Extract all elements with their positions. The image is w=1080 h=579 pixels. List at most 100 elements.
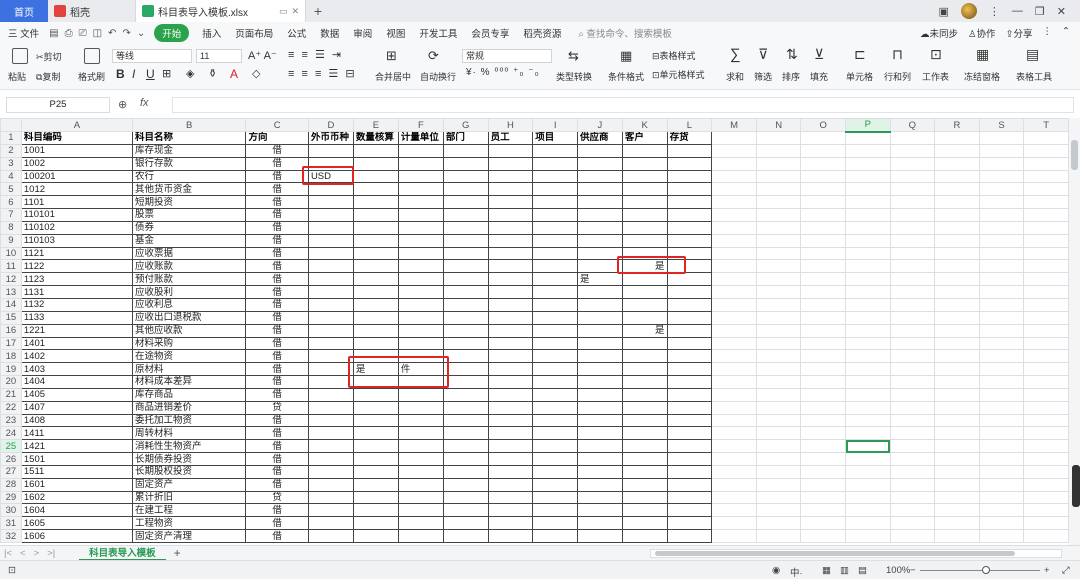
cell[interactable]	[397, 400, 444, 415]
cell[interactable]	[487, 143, 534, 158]
cell[interactable]	[755, 195, 802, 210]
cell[interactable]	[487, 336, 534, 351]
cell[interactable]	[845, 297, 891, 312]
cell[interactable]	[397, 439, 444, 454]
cell[interactable]	[711, 477, 757, 492]
cell[interactable]	[621, 349, 668, 364]
cell[interactable]	[442, 362, 489, 377]
cell[interactable]	[352, 452, 399, 466]
page-break-view-icon[interactable]: ▤	[858, 565, 867, 576]
cell[interactable]: 1421	[20, 439, 133, 454]
cell[interactable]	[397, 477, 444, 492]
cell[interactable]: 借	[245, 259, 309, 274]
cell[interactable]	[577, 233, 623, 248]
cell[interactable]	[934, 195, 980, 210]
cell[interactable]	[577, 529, 623, 543]
cell[interactable]	[666, 195, 713, 210]
cell[interactable]: 借	[245, 336, 309, 351]
cell[interactable]	[487, 233, 534, 248]
cell[interactable]	[352, 349, 399, 364]
cell[interactable]	[487, 323, 534, 338]
cell[interactable]	[307, 452, 354, 466]
cell[interactable]: 1132	[20, 297, 133, 312]
tab-close-icon[interactable]: ✕	[291, 6, 299, 17]
cell[interactable]	[978, 195, 1025, 210]
cell[interactable]	[577, 310, 623, 325]
cell[interactable]	[666, 529, 713, 543]
cell[interactable]	[487, 195, 534, 210]
cell[interactable]	[397, 233, 444, 248]
cell[interactable]	[1023, 516, 1069, 531]
cell[interactable]	[621, 529, 668, 543]
cell[interactable]: 件	[397, 362, 444, 377]
cell[interactable]	[978, 349, 1025, 364]
eye-protection-icon[interactable]: ◉	[772, 565, 780, 576]
cell[interactable]: 1123	[20, 272, 133, 287]
cell[interactable]: 科目编码	[20, 131, 133, 145]
cell[interactable]	[621, 310, 668, 325]
cell[interactable]	[800, 246, 846, 261]
conditional-format-button[interactable]: 条件格式	[608, 70, 644, 83]
cell[interactable]	[577, 426, 623, 441]
cell[interactable]	[352, 426, 399, 441]
cell[interactable]	[889, 195, 936, 210]
cell[interactable]	[532, 272, 578, 287]
cell[interactable]	[800, 195, 846, 210]
cell[interactable]	[978, 233, 1025, 248]
cell[interactable]	[307, 285, 354, 299]
zoom-slider-knob[interactable]	[982, 566, 990, 574]
cut-button[interactable]: ✂剪切	[36, 50, 62, 63]
cell[interactable]	[755, 169, 802, 184]
cell[interactable]	[487, 182, 534, 197]
cell[interactable]	[711, 349, 757, 364]
cell[interactable]	[978, 323, 1025, 338]
cell[interactable]	[711, 233, 757, 248]
cell[interactable]	[487, 285, 534, 299]
cell[interactable]: 是	[352, 362, 399, 377]
cell[interactable]	[755, 182, 802, 197]
format-painter-button[interactable]: 格式刷	[78, 70, 105, 83]
cell[interactable]	[666, 490, 713, 505]
cell[interactable]	[532, 464, 578, 479]
cell[interactable]	[577, 156, 623, 171]
column-header-d[interactable]: D	[307, 118, 354, 132]
cell[interactable]	[487, 310, 534, 325]
cell[interactable]: 其他货币资金	[131, 182, 247, 197]
cell[interactable]	[621, 516, 668, 531]
fill-button[interactable]: 填充	[810, 70, 828, 83]
cell[interactable]: 应收票据	[131, 246, 247, 261]
cell[interactable]	[1023, 336, 1069, 351]
cell[interactable]	[845, 195, 891, 210]
cell[interactable]: 应收出口退税款	[131, 310, 247, 325]
cell[interactable]	[577, 246, 623, 261]
cell[interactable]	[845, 349, 891, 364]
cell[interactable]	[397, 464, 444, 479]
cell[interactable]	[397, 503, 444, 518]
column-header-c[interactable]: C	[245, 118, 309, 132]
cell[interactable]: 借	[245, 349, 309, 364]
column-header-b[interactable]: B	[131, 118, 247, 132]
cell[interactable]	[845, 413, 891, 428]
cell[interactable]	[666, 156, 713, 171]
cell[interactable]	[487, 477, 534, 492]
cell[interactable]	[397, 195, 444, 210]
cell[interactable]	[889, 131, 936, 145]
paste-icon[interactable]	[12, 48, 28, 64]
cell[interactable]	[532, 529, 578, 543]
cell[interactable]	[889, 426, 936, 441]
cell[interactable]: 长期股权投资	[131, 464, 247, 479]
cell[interactable]	[711, 426, 757, 441]
cell[interactable]	[800, 233, 846, 248]
cell[interactable]	[532, 426, 578, 441]
cell[interactable]	[666, 310, 713, 325]
cell[interactable]	[352, 310, 399, 325]
merge-center-icon[interactable]: ⊞	[386, 48, 397, 64]
cell[interactable]: 债券	[131, 220, 247, 235]
cell[interactable]	[711, 336, 757, 351]
font-color-icon[interactable]: A	[230, 67, 238, 81]
cell[interactable]	[800, 272, 846, 287]
cell[interactable]	[397, 310, 444, 325]
cell[interactable]	[755, 336, 802, 351]
cell[interactable]	[800, 413, 846, 428]
cell[interactable]	[934, 490, 980, 505]
